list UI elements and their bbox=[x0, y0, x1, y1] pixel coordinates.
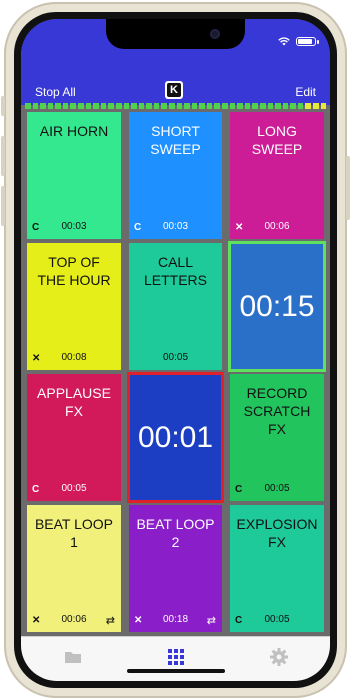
pad-duration: 00:05 bbox=[264, 614, 290, 625]
folder-icon[interactable] bbox=[63, 647, 83, 667]
sound-pad[interactable]: SHORT SWEEP 00:03 C bbox=[127, 110, 224, 241]
sound-pad[interactable]: LONG SWEEP 00:06 ✕ bbox=[228, 110, 326, 241]
power-button bbox=[346, 156, 350, 220]
pad-label: SHORT SWEEP bbox=[150, 123, 201, 157]
tab-bar bbox=[21, 636, 330, 681]
sound-pad[interactable]: BEAT LOOP 2 00:18 ✕ ⇄ bbox=[127, 503, 224, 634]
countdown-text: 00:15 bbox=[239, 289, 315, 323]
pad-label: TOP OF THE HOUR bbox=[37, 254, 111, 288]
pad-duration: 00:06 bbox=[264, 221, 290, 232]
pad-label: CALL LETTERS bbox=[143, 254, 207, 288]
pad-duration: 00:05 bbox=[162, 352, 189, 363]
sound-pad[interactable]: CALL LETTERS 00:05 bbox=[127, 241, 224, 372]
status-icons bbox=[278, 37, 319, 46]
sound-pad[interactable]: RECORD SCRATCH FX 00:05 C bbox=[228, 372, 326, 503]
level-meter bbox=[21, 103, 330, 109]
cue-icon: C bbox=[32, 222, 40, 233]
home-indicator bbox=[127, 669, 225, 673]
crossfade-icon: ✕ bbox=[134, 615, 143, 626]
cue-icon: C bbox=[235, 615, 243, 626]
loop-icon: ⇄ bbox=[105, 615, 115, 627]
sound-pad[interactable]: TOP OF THE HOUR 00:08 ✕ bbox=[25, 241, 123, 372]
battery-icon bbox=[296, 37, 319, 46]
sound-pad[interactable]: AIR HORN 00:03 C bbox=[25, 110, 123, 241]
silent-switch bbox=[1, 96, 5, 116]
notch bbox=[106, 19, 245, 49]
pad-label: APPLAUSE FX bbox=[37, 385, 111, 419]
sound-pad[interactable]: EXPLOSION FX 00:05 C bbox=[228, 503, 326, 634]
loop-icon: ⇄ bbox=[206, 615, 216, 627]
pad-duration: 00:08 bbox=[61, 352, 87, 363]
pad-label: EXPLOSION FX bbox=[236, 516, 318, 550]
timer-pad[interactable]: 00:01 bbox=[127, 372, 224, 503]
pad-label: BEAT LOOP 2 bbox=[136, 516, 215, 550]
volume-down-button bbox=[1, 186, 5, 226]
stop-all-button[interactable]: Stop All bbox=[35, 85, 76, 99]
crossfade-icon: ✕ bbox=[32, 615, 41, 626]
timer-pad[interactable]: 00:15 bbox=[228, 241, 326, 372]
crossfade-icon: ✕ bbox=[235, 222, 244, 233]
pad-duration: 00:05 bbox=[264, 483, 290, 494]
grid-icon[interactable] bbox=[166, 647, 186, 667]
cue-icon: C bbox=[235, 484, 243, 495]
camera-icon bbox=[210, 29, 220, 39]
edit-button[interactable]: Edit bbox=[295, 85, 316, 99]
pad-label: RECORD SCRATCH FX bbox=[243, 385, 311, 437]
cue-icon: C bbox=[32, 484, 40, 495]
pad-label: BEAT LOOP 1 bbox=[34, 516, 114, 550]
pad-grid: AIR HORN 00:03 C SHORT SWEEP 00:03 C LONG SWEE… bbox=[21, 110, 330, 634]
app-screen: Stop All K Edit AIR HORN 00:03 C SHORT SWEE… bbox=[21, 19, 330, 681]
crossfade-icon: ✕ bbox=[32, 353, 41, 364]
pad-duration: 00:03 bbox=[162, 221, 189, 232]
logo-letter: K bbox=[167, 83, 181, 97]
toolbar: Stop All K Edit bbox=[21, 63, 330, 105]
pad-duration: 00:03 bbox=[61, 221, 87, 232]
pad-label: LONG SWEEP bbox=[251, 123, 303, 157]
sound-pad[interactable]: APPLAUSE FX 00:05 C bbox=[25, 372, 123, 503]
pad-duration: 00:05 bbox=[61, 483, 87, 494]
gear-icon[interactable] bbox=[269, 647, 289, 667]
sound-pad[interactable]: BEAT LOOP 1 00:06 ✕ ⇄ bbox=[25, 503, 123, 634]
cue-icon: C bbox=[134, 222, 142, 233]
countdown-text: 00:01 bbox=[137, 420, 214, 454]
pad-label: AIR HORN bbox=[39, 123, 109, 139]
app-logo: K bbox=[165, 81, 183, 99]
volume-up-button bbox=[1, 136, 5, 176]
wifi-icon bbox=[278, 37, 290, 46]
